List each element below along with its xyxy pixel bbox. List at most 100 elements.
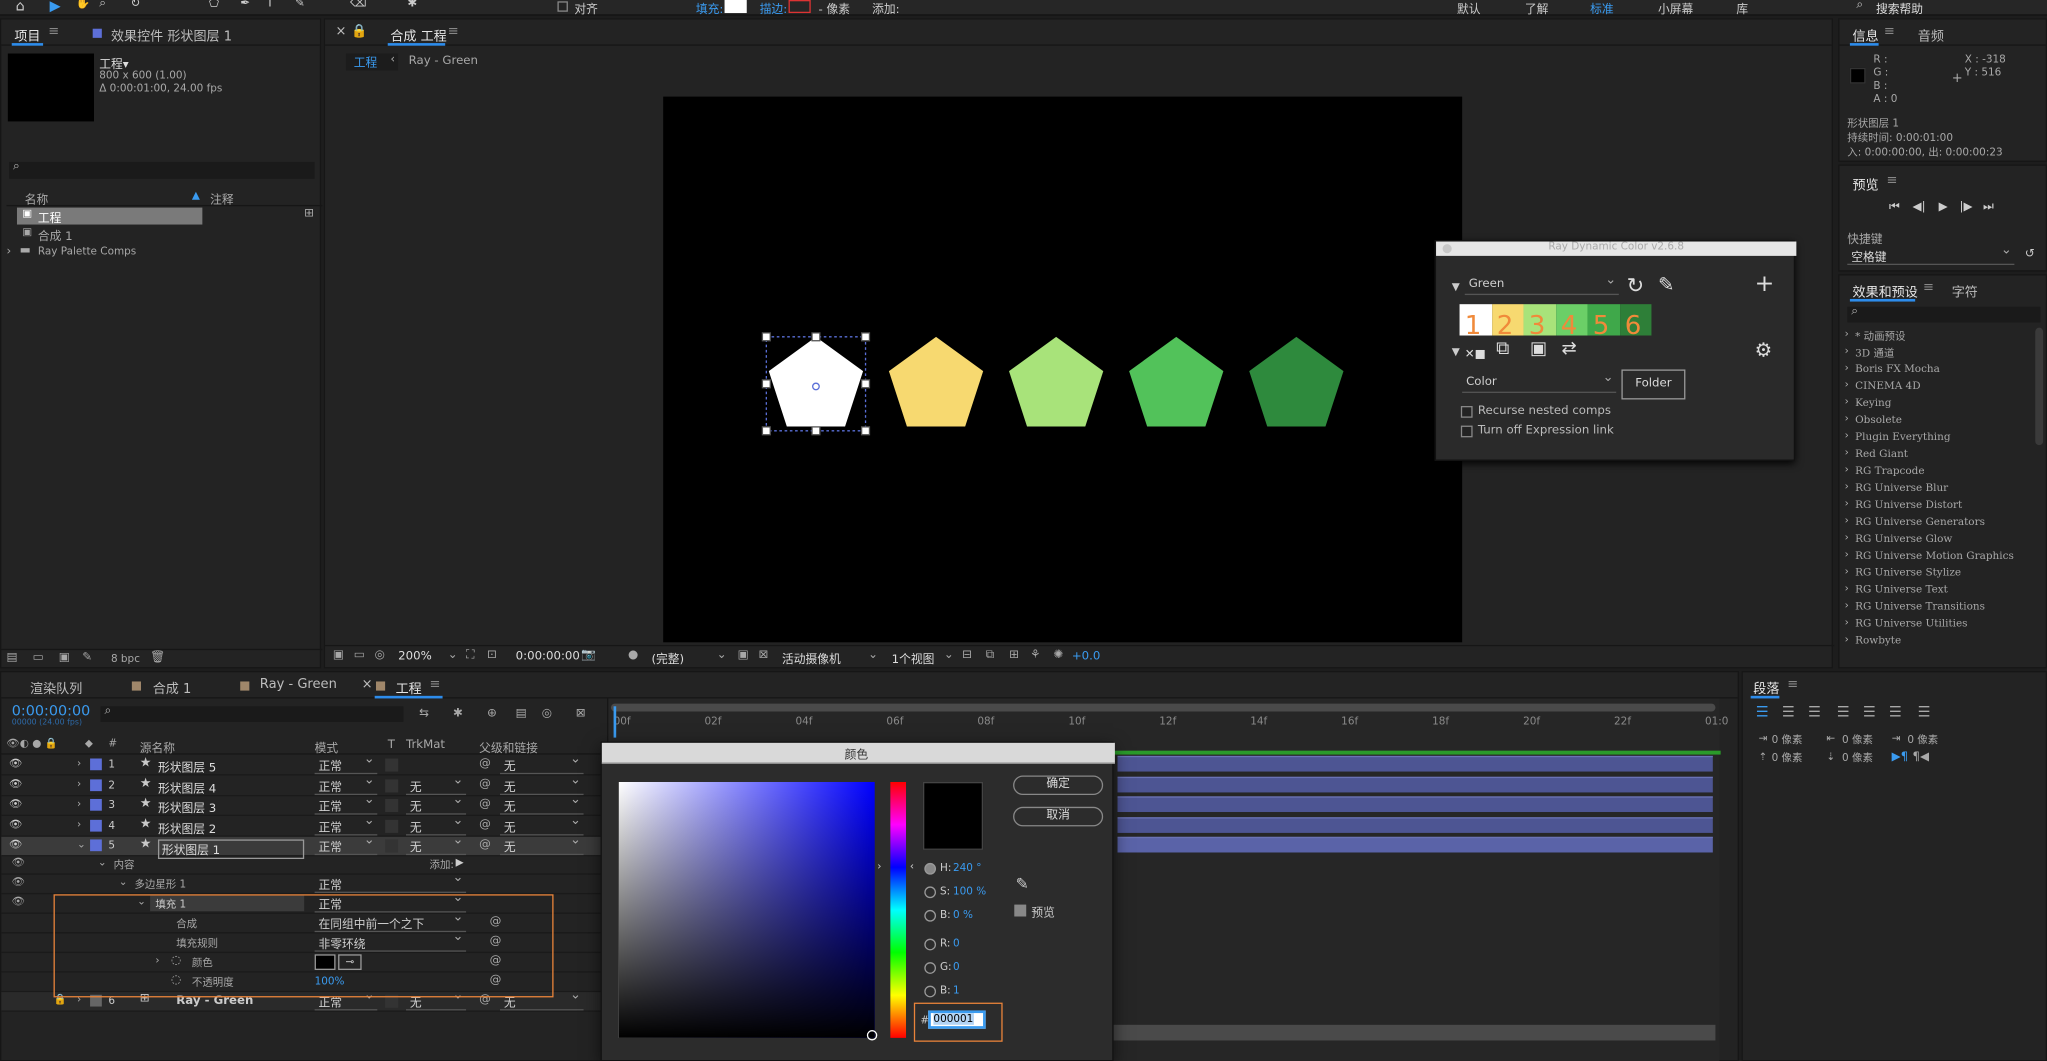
parent-select[interactable]: 无 — [500, 833, 584, 856]
align-center-icon[interactable]: ☰ — [1782, 704, 1795, 721]
justify-all-icon[interactable]: ☰ — [1918, 704, 1931, 721]
field-cursor[interactable] — [866, 1030, 878, 1041]
s-radio[interactable] — [924, 886, 937, 899]
layer-name[interactable]: 形状图层 4 — [158, 779, 216, 796]
align-checkbox[interactable] — [557, 1, 568, 12]
b-radio[interactable] — [924, 909, 937, 922]
h-value[interactable]: 240 ° — [953, 862, 981, 874]
layer-row[interactable]: 👁⌄5★形状图层 1正常无@无 — [1, 833, 602, 860]
pentagon-shape-5[interactable] — [1249, 336, 1344, 427]
eye-icon[interactable]: 👁 — [9, 838, 22, 850]
r-value[interactable]: 0 — [953, 937, 960, 949]
ok-button[interactable]: 确定 — [1013, 775, 1104, 796]
effects-search-input[interactable]: ⌕ — [1847, 305, 2041, 323]
new-folder-icon[interactable]: ▭ — [33, 651, 44, 664]
panel-menu-icon[interactable]: ≡ — [1923, 281, 1934, 295]
col-trkmat[interactable]: TrkMat — [406, 739, 445, 752]
prop-polystar[interactable]: 👁 ⌄ 多边星形 1 正常 — [1, 871, 602, 895]
chevron-right-icon[interactable]: › — [1845, 599, 1849, 611]
timeline-search-input[interactable]: ⌕ — [100, 705, 404, 722]
indent-left-value[interactable]: 0 像素 — [1772, 732, 1803, 746]
workspace-default[interactable]: 默认 — [1457, 0, 1481, 17]
transform-handle[interactable] — [811, 426, 821, 436]
chevron-right-icon[interactable]: › — [1845, 463, 1849, 475]
layer-name[interactable]: 形状图层 2 — [158, 819, 216, 836]
tab-comp1[interactable]: 合成 1 — [153, 678, 192, 697]
pen-tool-icon[interactable]: ✒ — [240, 0, 250, 10]
panel-menu-icon[interactable]: ≡ — [1886, 174, 1897, 188]
layer-row[interactable]: 👁 › 1 ★ 形状图层 5 正常 @ 无 — [1, 752, 602, 776]
palette-swatch-6[interactable]: 6 — [1619, 304, 1652, 341]
blue-value[interactable]: 1 — [953, 984, 960, 996]
label-color[interactable] — [90, 839, 102, 852]
tab-audio[interactable]: 音频 — [1918, 25, 1944, 44]
flow-icon[interactable]: ⊞ — [1009, 649, 1019, 662]
chevron-right-icon[interactable]: › — [1845, 345, 1849, 357]
trash-icon[interactable]: 🗑 — [150, 651, 165, 664]
justify-left-icon[interactable]: ☰ — [1837, 704, 1850, 721]
col-t[interactable]: T — [388, 739, 395, 752]
views-select[interactable]: 1个视图 — [892, 650, 935, 667]
tab-render-queue[interactable]: 渲染队列 — [30, 678, 82, 697]
shortcut-select[interactable]: 空格键 — [1847, 243, 2015, 266]
transform-handle[interactable] — [761, 426, 771, 436]
hex-input[interactable]: 000001 — [928, 1010, 986, 1029]
play-icon[interactable]: ▶ — [1939, 201, 1948, 214]
justify-right-icon[interactable]: ☰ — [1889, 704, 1902, 721]
frame-icon[interactable]: ▣ — [1530, 338, 1547, 359]
search-help-input[interactable]: 搜索帮助 — [1876, 0, 1923, 17]
camera-select[interactable]: 活动摄像机 — [782, 650, 841, 667]
tab-info[interactable]: 信息 — [1853, 25, 1879, 44]
stroke-swatch[interactable] — [788, 0, 811, 14]
next-frame-icon[interactable]: |▶ — [1960, 201, 1973, 214]
project-search-input[interactable]: ⌕ — [9, 161, 315, 179]
palette-swatch-1[interactable]: 1 — [1459, 304, 1492, 341]
project-item-folder[interactable]: › ▬ Ray Palette Comps — [7, 244, 203, 261]
chevron-right-icon[interactable]: › — [1845, 446, 1849, 458]
eye-icon[interactable]: 👁 — [12, 896, 25, 908]
expand-icon[interactable]: ▼ — [1452, 346, 1460, 358]
col-parent[interactable]: 父级和链接 — [479, 739, 538, 756]
ltr-icon[interactable]: ▶¶ — [1892, 751, 1909, 764]
effects-category[interactable]: › RG Universe Blur — [1845, 480, 2036, 497]
panel-menu-icon[interactable]: ≡ — [1884, 25, 1895, 39]
add-icon[interactable]: ▶ — [456, 856, 464, 868]
hand-tool-icon[interactable]: ✋ — [76, 0, 91, 10]
display-icon[interactable]: ▭ — [354, 649, 365, 662]
graph-editor-icon[interactable]: ⊠ — [576, 708, 586, 721]
crumb-ray-green[interactable]: Ray - Green — [409, 55, 478, 68]
fit-icon[interactable]: ⛶ — [466, 649, 474, 662]
new-comp-icon[interactable]: ▣ — [59, 651, 70, 664]
shape-tool-icon[interactable]: ⬠ — [209, 0, 219, 10]
arrows-icon[interactable]: ⇄ — [1561, 338, 1576, 359]
indent-right-value[interactable]: 0 像素 — [1842, 732, 1873, 746]
camera-icon[interactable]: 📷 — [581, 649, 596, 662]
effects-category[interactable]: › RG Trapcode — [1845, 463, 2036, 480]
eye-icon[interactable]: 👁 — [9, 757, 22, 769]
comp-flow-icon[interactable]: ⇆ — [419, 708, 429, 721]
eye-icon[interactable]: 👁 — [9, 777, 22, 789]
motion-blur-icon[interactable]: ◎ — [542, 708, 552, 721]
fill-swatch[interactable] — [724, 0, 747, 14]
chevron-right-icon[interactable]: › — [1845, 413, 1849, 425]
home-icon[interactable]: ⌂ — [16, 0, 25, 14]
transparency-icon[interactable]: ⊠ — [758, 649, 768, 662]
workspace-standard[interactable]: 标准 — [1590, 0, 1614, 17]
type-select[interactable]: Color — [1462, 371, 1617, 393]
interpret-icon[interactable]: ▤ — [7, 651, 18, 664]
current-time[interactable]: 0:00:00:00 — [516, 650, 580, 663]
pentagon-shape-1[interactable] — [768, 336, 864, 427]
chevron-right-icon[interactable]: › — [1845, 328, 1849, 340]
t-toggle[interactable] — [385, 758, 399, 772]
effects-category[interactable]: › RG Universe Distort — [1845, 497, 2036, 514]
eye-icon[interactable]: 👁 — [9, 818, 22, 830]
bpc-label[interactable]: 8 bpc — [111, 653, 140, 665]
project-item-comp[interactable]: ▣ 工程 — [16, 207, 203, 226]
hue-slider[interactable] — [890, 781, 907, 1038]
r-radio[interactable] — [924, 938, 937, 951]
effects-category[interactable]: › 3D 通道 — [1845, 345, 2036, 362]
space-after-value[interactable]: 0 像素 — [1842, 751, 1873, 765]
draft-3d-icon[interactable]: ✱ — [453, 708, 463, 721]
hue-left-arrow[interactable]: › — [877, 860, 881, 872]
close-icon[interactable]: × — [336, 25, 347, 39]
